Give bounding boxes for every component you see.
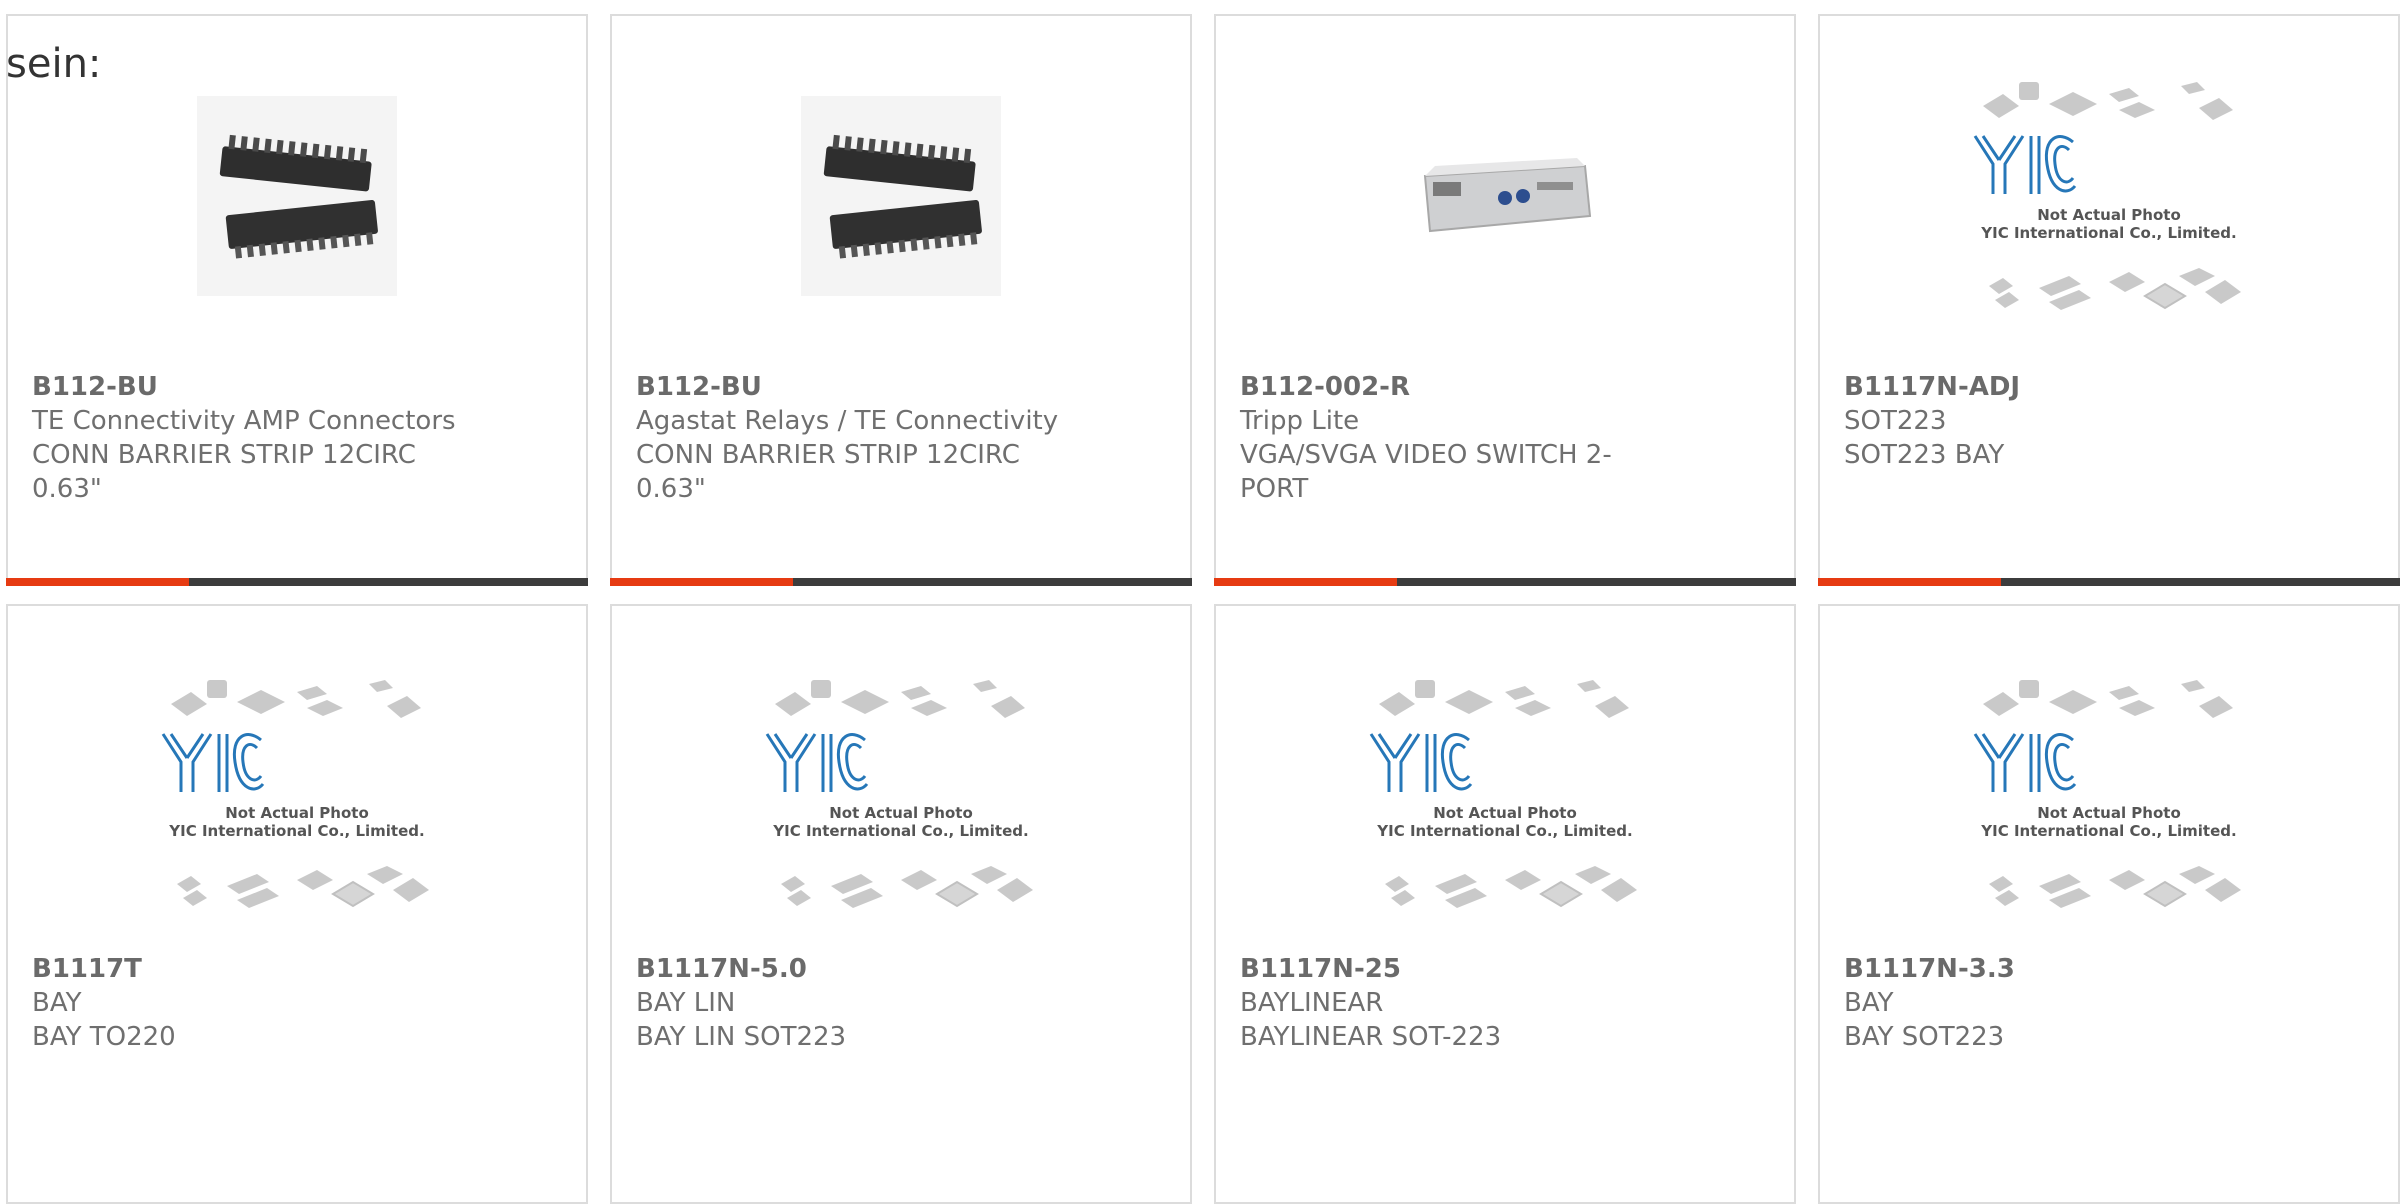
- description: CONN BARRIER STRIP 12CIRC: [32, 440, 416, 470]
- description: SOT223 BAY: [1844, 440, 2005, 470]
- placeholder-caption: Not Actual Photo: [1433, 804, 1577, 822]
- product-card[interactable]: Not Actual Photo YIC International Co., …: [1214, 604, 1796, 1204]
- manufacturer: BAYLINEAR: [1240, 988, 1384, 1018]
- placeholder-company: YIC International Co., Limited.: [1377, 822, 1633, 840]
- product-card[interactable]: Not Actual Photo YIC International Co., …: [610, 604, 1192, 1204]
- part-number[interactable]: B1117T: [32, 952, 562, 986]
- product-info: B1117N-ADJ SOT223 SOT223 BAY: [1844, 370, 2374, 472]
- manufacturer: BAY: [32, 988, 82, 1018]
- barrier-strip-image: [197, 96, 397, 296]
- part-number[interactable]: B1117N-ADJ: [1844, 370, 2374, 404]
- page-text-fragment: sein:: [6, 41, 102, 87]
- card-accent-bar: [610, 578, 1192, 586]
- manufacturer: Tripp Lite: [1240, 406, 1360, 436]
- yic-logo: [157, 728, 437, 798]
- product-image[interactable]: [1216, 76, 1794, 316]
- description: PORT: [1240, 474, 1309, 504]
- placeholder-image: Not Actual Photo YIC International Co., …: [1365, 674, 1645, 914]
- placeholder-image: Not Actual Photo YIC International Co., …: [157, 674, 437, 914]
- description: VGA/SVGA VIDEO SWITCH 2-: [1240, 440, 1612, 470]
- part-number[interactable]: B1117N-5.0: [636, 952, 1166, 986]
- manufacturer: BAY LIN: [636, 988, 736, 1018]
- card-accent-bar: [1214, 578, 1796, 586]
- product-image[interactable]: Not Actual Photo YIC International Co., …: [8, 674, 586, 914]
- product-info: B112-BU TE Connectivity AMP Connectors CON…: [32, 370, 562, 506]
- product-image[interactable]: [612, 76, 1190, 316]
- product-info: B1117T BAY BAY TO220: [32, 952, 562, 1054]
- yic-logo: [1969, 130, 2249, 200]
- product-card[interactable]: B112-BU TE Connectivity AMP Connectors CON…: [6, 14, 588, 586]
- product-info: B1117N-3.3 BAY BAY SOT223: [1844, 952, 2374, 1054]
- description: BAY TO220: [32, 1022, 176, 1052]
- product-image[interactable]: Not Actual Photo YIC International Co., …: [1820, 674, 2398, 914]
- manufacturer: Agastat Relays / TE Connectivity: [636, 406, 1059, 436]
- description: 0.63": [32, 474, 102, 504]
- placeholder-company: YIC International Co., Limited.: [1981, 822, 2237, 840]
- product-image[interactable]: Not Actual Photo YIC International Co., …: [612, 674, 1190, 914]
- placeholder-company: YIC International Co., Limited.: [1981, 224, 2237, 242]
- barrier-strip-image: [801, 96, 1001, 296]
- product-card[interactable]: B112-BU Agastat Relays / TE Connectivity C…: [610, 14, 1192, 586]
- product-info: B112-002-R Tripp Lite VGA/SVGA VIDEO SWITC…: [1240, 370, 1770, 506]
- placeholder-caption: Not Actual Photo: [2037, 804, 2181, 822]
- placeholder-company: YIC International Co., Limited.: [773, 822, 1029, 840]
- product-info: B1117N-5.0 BAY LIN BAY LIN SOT223: [636, 952, 1166, 1054]
- manufacturer: TE Connectivity AMP Connectors: [32, 406, 456, 436]
- description: BAYLINEAR SOT-223: [1240, 1022, 1502, 1052]
- manufacturer: BAY: [1844, 988, 1894, 1018]
- product-card[interactable]: Not Actual Photo YIC International Co., …: [1818, 604, 2400, 1204]
- placeholder-company: YIC International Co., Limited.: [169, 822, 425, 840]
- description: 0.63": [636, 474, 706, 504]
- part-number[interactable]: B1117N-3.3: [1844, 952, 2374, 986]
- product-card[interactable]: B112-002-R Tripp Lite VGA/SVGA VIDEO SWITC…: [1214, 14, 1796, 586]
- product-image[interactable]: Not Actual Photo YIC International Co., …: [1820, 76, 2398, 316]
- card-accent-bar: [1818, 578, 2400, 586]
- yic-logo: [761, 728, 1041, 798]
- yic-logo: [1969, 728, 2249, 798]
- vga-switch-image: [1423, 158, 1592, 233]
- description: CONN BARRIER STRIP 12CIRC: [636, 440, 1020, 470]
- description: BAY LIN SOT223: [636, 1022, 847, 1052]
- placeholder-caption: Not Actual Photo: [225, 804, 369, 822]
- product-image[interactable]: [8, 76, 586, 316]
- product-grid: B112-BU TE Connectivity AMP Connectors CON…: [0, 0, 2400, 1204]
- part-number[interactable]: B112-BU: [636, 370, 1166, 404]
- manufacturer: SOT223: [1844, 406, 1947, 436]
- description: BAY SOT223: [1844, 1022, 2005, 1052]
- placeholder-image: Not Actual Photo YIC International Co., …: [1969, 674, 2249, 914]
- product-info: B112-BU Agastat Relays / TE Connectivity C…: [636, 370, 1166, 506]
- product-image[interactable]: Not Actual Photo YIC International Co., …: [1216, 674, 1794, 914]
- part-number[interactable]: B1117N-25: [1240, 952, 1770, 986]
- placeholder-image: Not Actual Photo YIC International Co., …: [1969, 76, 2249, 316]
- product-card[interactable]: Not Actual Photo YIC International Co., …: [6, 604, 588, 1204]
- yic-logo: [1365, 728, 1645, 798]
- card-accent-bar: [6, 578, 588, 586]
- product-info: B1117N-25 BAYLINEAR BAYLINEAR SOT-223: [1240, 952, 1770, 1054]
- part-number[interactable]: B112-002-R: [1240, 370, 1770, 404]
- product-card[interactable]: Not Actual Photo YIC International Co., …: [1818, 14, 2400, 586]
- placeholder-caption: Not Actual Photo: [829, 804, 973, 822]
- placeholder-caption: Not Actual Photo: [2037, 206, 2181, 224]
- placeholder-image: Not Actual Photo YIC International Co., …: [761, 674, 1041, 914]
- part-number[interactable]: B112-BU: [32, 370, 562, 404]
